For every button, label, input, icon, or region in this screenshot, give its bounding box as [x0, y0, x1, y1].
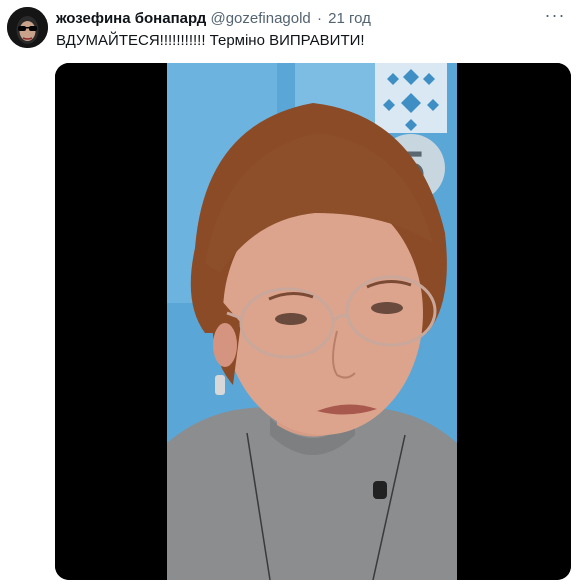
author-name[interactable]: жозефина бонапард — [56, 10, 206, 27]
separator-dot: · — [316, 10, 322, 27]
video-thumbnail[interactable]: 5 — [55, 63, 571, 580]
author-handle[interactable]: @gozefinagold — [210, 10, 310, 27]
avatar[interactable] — [7, 7, 48, 48]
timestamp[interactable]: 21 год — [328, 10, 371, 27]
tweet: жозефина бонапард @gozefinagold · 21 год… — [0, 0, 580, 586]
ellipsis-icon[interactable]: ··· — [542, 6, 568, 26]
video-frame: 5 — [167, 63, 457, 580]
tweet-header: жозефина бонапард @gozefinagold · 21 год — [56, 9, 371, 29]
tweet-text: ВДУМАЙТЕСЯ!!!!!!!!!!! Терміно ВИПРАВИТИ! — [56, 32, 365, 49]
